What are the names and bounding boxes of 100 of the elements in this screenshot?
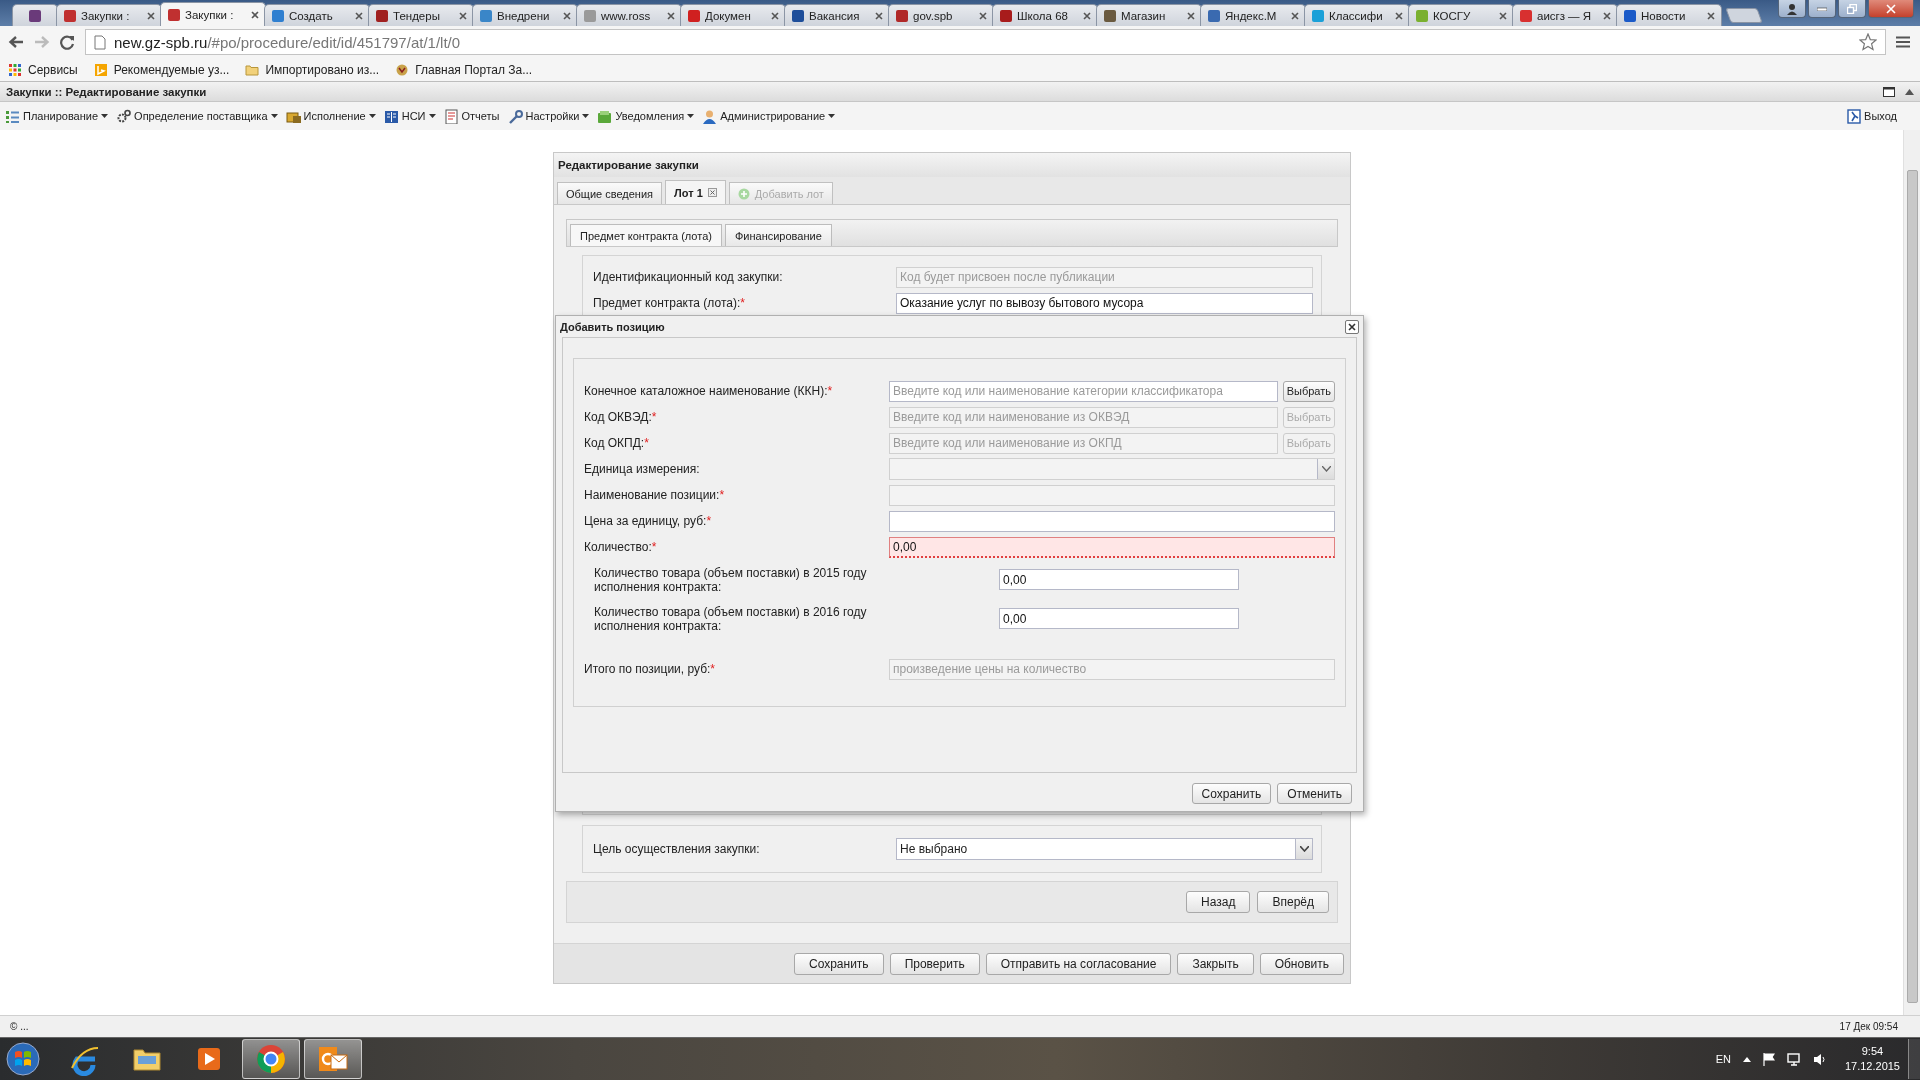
logout-button[interactable]: Выход <box>1846 106 1898 126</box>
nav-button[interactable]: Вперёд <box>1257 891 1329 913</box>
field-label: Количество товара (объем поставки) в 2016 году исполнения контракта: <box>594 604 868 633</box>
action-button[interactable]: Отправить на согласование <box>985 952 1172 975</box>
profile-button[interactable] <box>1778 0 1806 18</box>
restore-button[interactable] <box>1838 0 1866 18</box>
action-button[interactable]: Закрыть <box>1177 952 1254 975</box>
dialog-button[interactable]: Отменить <box>1277 783 1352 804</box>
browser-tab[interactable]: Новости <box>1616 4 1722 26</box>
input-field[interactable]: Оказание услуг по вывозу бытового мусора <box>896 292 1313 314</box>
browser-tab[interactable]: www.ross <box>576 4 682 26</box>
close-icon <box>562 10 572 21</box>
close-button[interactable] <box>1345 319 1359 334</box>
menu-item[interactable]: Планирование <box>4 106 110 126</box>
browser-tab[interactable]: Внедрени <box>472 4 578 26</box>
input-field[interactable]: 0,00 <box>889 536 1335 558</box>
input-field[interactable]: 0,00 <box>999 608 1239 629</box>
action-button[interactable]: Обновить <box>1259 952 1344 975</box>
minimize-button[interactable] <box>1808 0 1836 18</box>
tab[interactable]: Общие сведения <box>557 182 663 204</box>
browser-tab[interactable]: Тендеры <box>368 4 474 26</box>
site-icon <box>999 8 1013 23</box>
action-button[interactable]: Проверить <box>889 952 980 975</box>
action-button[interactable]: Сохранить <box>794 952 884 975</box>
menu-item[interactable]: НСИ <box>382 106 437 126</box>
browser-tab[interactable]: Магазин <box>1096 4 1202 26</box>
menu-item[interactable]: Настройки <box>506 106 591 126</box>
site-icon <box>271 8 285 23</box>
person-icon <box>702 108 718 124</box>
dropdown-icon <box>1299 846 1309 852</box>
site-icon <box>1623 8 1637 23</box>
clock-date: 17.12.2015 <box>1844 1059 1900 1074</box>
browser-tab[interactable]: Яндекс.М <box>1200 4 1306 26</box>
caret-icon <box>101 114 109 118</box>
tab[interactable]: Предмет контракта (лота) <box>570 224 722 246</box>
close-icon <box>1885 2 1897 15</box>
browser-tab[interactable] <box>12 4 58 26</box>
forward-icon <box>34 35 50 49</box>
site-icon <box>1415 8 1429 23</box>
browser-tab[interactable]: КОСГУ <box>1408 4 1514 26</box>
site-icon <box>28 8 42 23</box>
dialog-button[interactable]: Сохранить <box>1191 783 1272 804</box>
apps-grid-icon <box>8 62 22 77</box>
new-tab-button[interactable] <box>1725 8 1763 23</box>
input-field[interactable] <box>889 510 1335 532</box>
menu-item[interactable]: Исполнение <box>284 106 377 126</box>
page-icon <box>94 34 106 50</box>
book-icon <box>383 108 399 124</box>
close-icon <box>1082 10 1092 21</box>
browser-tab[interactable]: Классифи <box>1304 4 1410 26</box>
language-indicator[interactable]: EN <box>1715 1053 1731 1065</box>
show-desktop-button[interactable] <box>1908 1039 1920 1079</box>
emblem-icon <box>395 62 410 77</box>
close-icon <box>458 10 468 21</box>
menu-item[interactable]: Отчеты <box>442 106 501 126</box>
menu-item[interactable]: Администрирование <box>701 106 837 126</box>
caret-icon <box>828 114 836 118</box>
nav-button[interactable]: Назад <box>1186 891 1251 913</box>
browser-tab[interactable]: Закупки : <box>56 4 162 26</box>
speaker-icon <box>1812 1052 1827 1066</box>
site-icon <box>1103 8 1117 23</box>
menu-item[interactable]: Уведомления <box>596 106 696 126</box>
bookmark[interactable]: Сервисы <box>8 62 78 77</box>
clock-time: 9:54 <box>1861 1044 1884 1059</box>
app-title: Закупки :: Редактирование закупки <box>6 85 207 98</box>
menu-item[interactable]: Определение поставщика <box>115 106 279 126</box>
taskbar-button[interactable] <box>304 1039 362 1079</box>
select-button[interactable]: Выбрать <box>1282 380 1335 402</box>
scroll-up-icon <box>1905 88 1914 95</box>
close-icon <box>1186 10 1196 21</box>
tab[interactable]: Лот 1 <box>665 180 726 204</box>
site-icon <box>583 8 597 23</box>
browser-tab[interactable]: Вакансия <box>784 4 890 26</box>
field-label: Код ОКВЭД:* <box>584 410 658 424</box>
browser-tab[interactable]: Школа 68 <box>992 4 1098 26</box>
field-label: Единица измерения: <box>584 462 701 476</box>
maximize-button[interactable] <box>1883 86 1895 97</box>
wheel-icon <box>254 1042 288 1076</box>
field-label: Количество:* <box>584 540 658 554</box>
list-icon <box>5 108 20 124</box>
tab[interactable]: Финансирование <box>724 224 832 246</box>
bookmark[interactable]: Главная Портал За... <box>395 62 533 77</box>
taskbar-button[interactable] <box>242 1039 300 1079</box>
site-icon <box>63 8 77 23</box>
select-field[interactable]: Не выбрано <box>896 838 1313 860</box>
browser-tab[interactable]: Создать <box>264 4 370 26</box>
folder-icon <box>245 62 260 77</box>
browser-tab[interactable]: Докумен <box>680 4 786 26</box>
address-bar[interactable]: new.gz-spb.ru/#po/procedure/edit/id/451797/at/1/lt/0 <box>85 29 1886 55</box>
bookmark[interactable]: Рекомендуемые уз... <box>93 62 230 77</box>
field-label: Идентификационный код закупки: <box>593 270 784 284</box>
close-icon <box>770 10 780 21</box>
browser-tab[interactable]: Закупки : <box>160 2 266 26</box>
network-icon <box>1786 1052 1801 1066</box>
browser-tab[interactable]: gov.spb <box>888 4 994 26</box>
browser-tab[interactable]: аисгз — Я <box>1512 4 1618 26</box>
close-icon <box>707 188 717 197</box>
input-field[interactable]: 0,00 <box>999 569 1239 590</box>
bookmark[interactable]: Импортировано из... <box>245 62 380 77</box>
scrollbar[interactable] <box>1903 130 1920 1015</box>
